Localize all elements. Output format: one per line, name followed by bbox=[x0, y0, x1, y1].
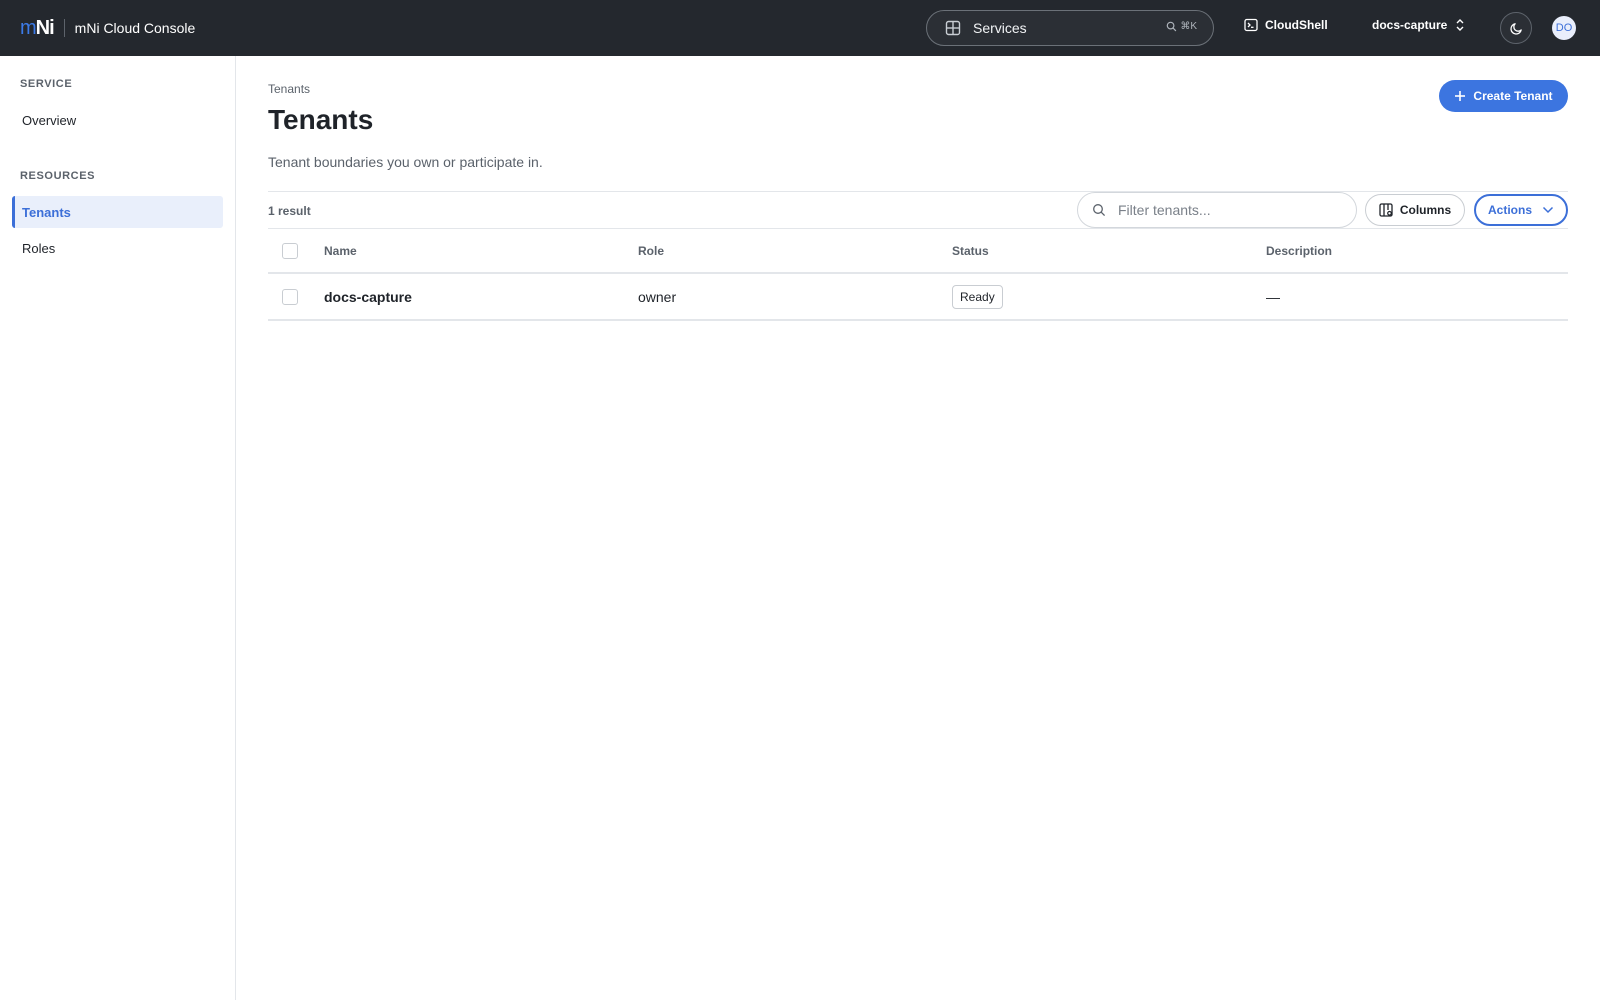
select-all-checkbox[interactable] bbox=[282, 243, 298, 259]
create-tenant-label: Create Tenant bbox=[1473, 89, 1553, 103]
brand[interactable]: m Ni mNi Cloud Console bbox=[0, 17, 195, 40]
tenant-description: — bbox=[1266, 288, 1280, 305]
sidebar-heading-service: SERVICE bbox=[20, 78, 73, 90]
page-description: Tenant boundaries you own or participate… bbox=[268, 154, 543, 170]
logo-m: m bbox=[20, 16, 37, 39]
filter-input[interactable] bbox=[1118, 202, 1338, 218]
plus-icon bbox=[1455, 91, 1466, 101]
result-count: 1 result bbox=[268, 204, 311, 218]
columns-label: Columns bbox=[1399, 203, 1452, 217]
row-checkbox[interactable] bbox=[282, 288, 298, 305]
column-header-name[interactable]: Name bbox=[324, 230, 357, 272]
grid-icon bbox=[945, 20, 961, 36]
app-title: mNi Cloud Console bbox=[74, 20, 196, 36]
theme-toggle-button[interactable] bbox=[1500, 12, 1532, 44]
tenant-role: owner bbox=[638, 288, 677, 305]
column-header-status[interactable]: Status bbox=[952, 230, 989, 272]
services-label: Services bbox=[973, 20, 1027, 36]
chevron-down-icon bbox=[1542, 206, 1554, 214]
chevron-updown-icon bbox=[1456, 19, 1464, 31]
sidebar-item-overview[interactable]: Overview bbox=[12, 104, 223, 136]
columns-icon bbox=[1379, 203, 1393, 217]
row-select-cell bbox=[282, 274, 298, 319]
sidebar-item-tenants[interactable]: Tenants bbox=[12, 196, 223, 228]
select-all-cell bbox=[282, 230, 298, 272]
project-label: docs-capture bbox=[1372, 18, 1448, 32]
actions-label: Actions bbox=[1487, 203, 1532, 217]
column-header-description[interactable]: Description bbox=[1266, 230, 1332, 272]
avatar[interactable]: DO bbox=[1552, 16, 1576, 40]
top-navigation-bar: m Ni mNi Cloud Console Services ⌘K CloudS… bbox=[0, 0, 1600, 56]
breadcrumb[interactable]: Tenants bbox=[268, 82, 310, 96]
actions-dropdown-button[interactable]: Actions bbox=[1474, 194, 1568, 226]
main-content: Tenants Tenants Tenant boundaries you ow… bbox=[268, 56, 1568, 1000]
terminal-icon bbox=[1244, 18, 1258, 32]
moon-icon bbox=[1509, 22, 1522, 35]
tenant-name-link[interactable]: docs-capture bbox=[324, 274, 412, 319]
brand-divider bbox=[63, 19, 65, 37]
logo-ni: Ni bbox=[35, 16, 55, 39]
services-search-button[interactable]: Services ⌘K bbox=[926, 10, 1214, 46]
column-header-role[interactable]: Role bbox=[638, 230, 664, 272]
project-selector[interactable]: docs-capture bbox=[1372, 18, 1466, 32]
table-header: Name Role Status Description bbox=[268, 230, 1568, 274]
sidebar-heading-resources: RESOURCES bbox=[20, 170, 96, 182]
table-toolbar: 1 result Columns Actions bbox=[268, 191, 1568, 229]
table-row[interactable]: docs-capture owner Ready — bbox=[268, 274, 1568, 321]
brand-logo: m Ni bbox=[20, 16, 55, 40]
search-shortcut: ⌘K bbox=[1166, 21, 1197, 32]
status-badge: Ready bbox=[952, 284, 1003, 309]
sidebar: SERVICE Overview RESOURCES Tenants Roles bbox=[0, 56, 236, 1000]
filter-field[interactable] bbox=[1077, 192, 1357, 228]
shortcut-text: ⌘K bbox=[1180, 21, 1197, 32]
search-icon bbox=[1167, 21, 1177, 32]
columns-button[interactable]: Columns bbox=[1365, 194, 1465, 226]
tenants-table: Name Role Status Description docs-captur… bbox=[268, 230, 1568, 321]
sidebar-item-roles[interactable]: Roles bbox=[12, 232, 223, 264]
cloudshell-label: CloudShell bbox=[1265, 18, 1328, 32]
cloudshell-button[interactable]: CloudShell bbox=[1244, 18, 1328, 32]
page-title: Tenants bbox=[268, 104, 374, 135]
create-tenant-button[interactable]: Create Tenant bbox=[1439, 80, 1568, 112]
search-icon bbox=[1093, 204, 1106, 217]
tenant-status-cell: Ready bbox=[952, 274, 1003, 319]
